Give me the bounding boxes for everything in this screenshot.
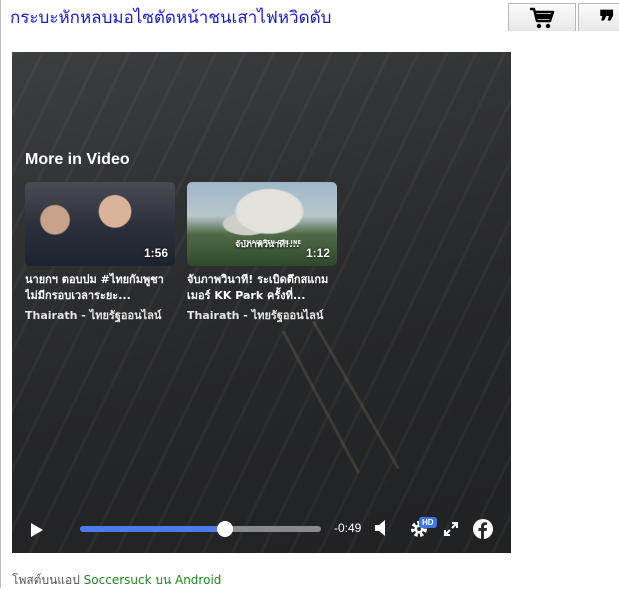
player-controls: -0:49 HD: [12, 514, 511, 544]
play-icon[interactable]: [30, 522, 44, 538]
fullscreen-icon[interactable]: [443, 521, 459, 537]
app-link[interactable]: Soccersuck บน Android: [84, 573, 222, 587]
video-source[interactable]: Thairath - ไทยรัฐออนไลน์: [25, 306, 175, 324]
road-marking: [312, 320, 400, 470]
volume-icon[interactable]: [374, 518, 388, 538]
video-title[interactable]: นายกฯ ตอบปม #ไทยกัมพูชา ไม่มีกรอบเวลาระย…: [25, 272, 175, 304]
video-source[interactable]: Thairath - ไทยรัฐออนไลน์: [187, 306, 337, 324]
more-in-video-heading: More in Video: [25, 151, 130, 168]
video-thumbnail[interactable]: THAIRATH ONLINE จับภาพวินาที!... 1:12: [187, 182, 337, 266]
video-duration: 1:12: [305, 246, 330, 260]
page-border: [0, 0, 1, 588]
cart-button[interactable]: [508, 3, 576, 31]
video-player[interactable]: More in Video 1:56 นายกฯ ตอบปม #ไทยกัมพู…: [12, 52, 511, 553]
time-remaining: -0:49: [334, 521, 362, 535]
video-title[interactable]: จับภาพวินาที! ระเบิดตึกสแกมเมอร์ KK Park…: [187, 272, 337, 304]
facebook-icon[interactable]: [473, 519, 493, 539]
thumbnail-caption: จับภาพวินาที!...: [235, 240, 300, 250]
post-footer: โพสต์บนแอป Soccersuck บน Android: [12, 571, 221, 590]
related-video-card[interactable]: THAIRATH ONLINE จับภาพวินาที!... 1:12 จั…: [187, 182, 337, 324]
video-duration: 1:56: [143, 246, 168, 260]
cart-icon: [530, 7, 555, 28]
related-video-card[interactable]: 1:56 นายกฯ ตอบปม #ไทยกัมพูชา ไม่มีกรอบเว…: [25, 182, 175, 324]
road-marking: [282, 330, 360, 474]
quote-icon: ❞: [599, 4, 616, 31]
hd-badge: HD: [419, 517, 437, 528]
footer-prefix: โพสต์บนแอป: [12, 573, 84, 587]
progress-fill: [80, 526, 225, 532]
video-thumbnail[interactable]: 1:56: [25, 182, 175, 266]
quote-button[interactable]: ❞: [578, 3, 619, 31]
post-title: กระบะหักหลบมอไซตัดหน้าชนเสาไฟหวิดดับ: [10, 8, 332, 28]
scrubber-handle[interactable]: [216, 521, 233, 537]
progress-bar[interactable]: [80, 526, 321, 532]
